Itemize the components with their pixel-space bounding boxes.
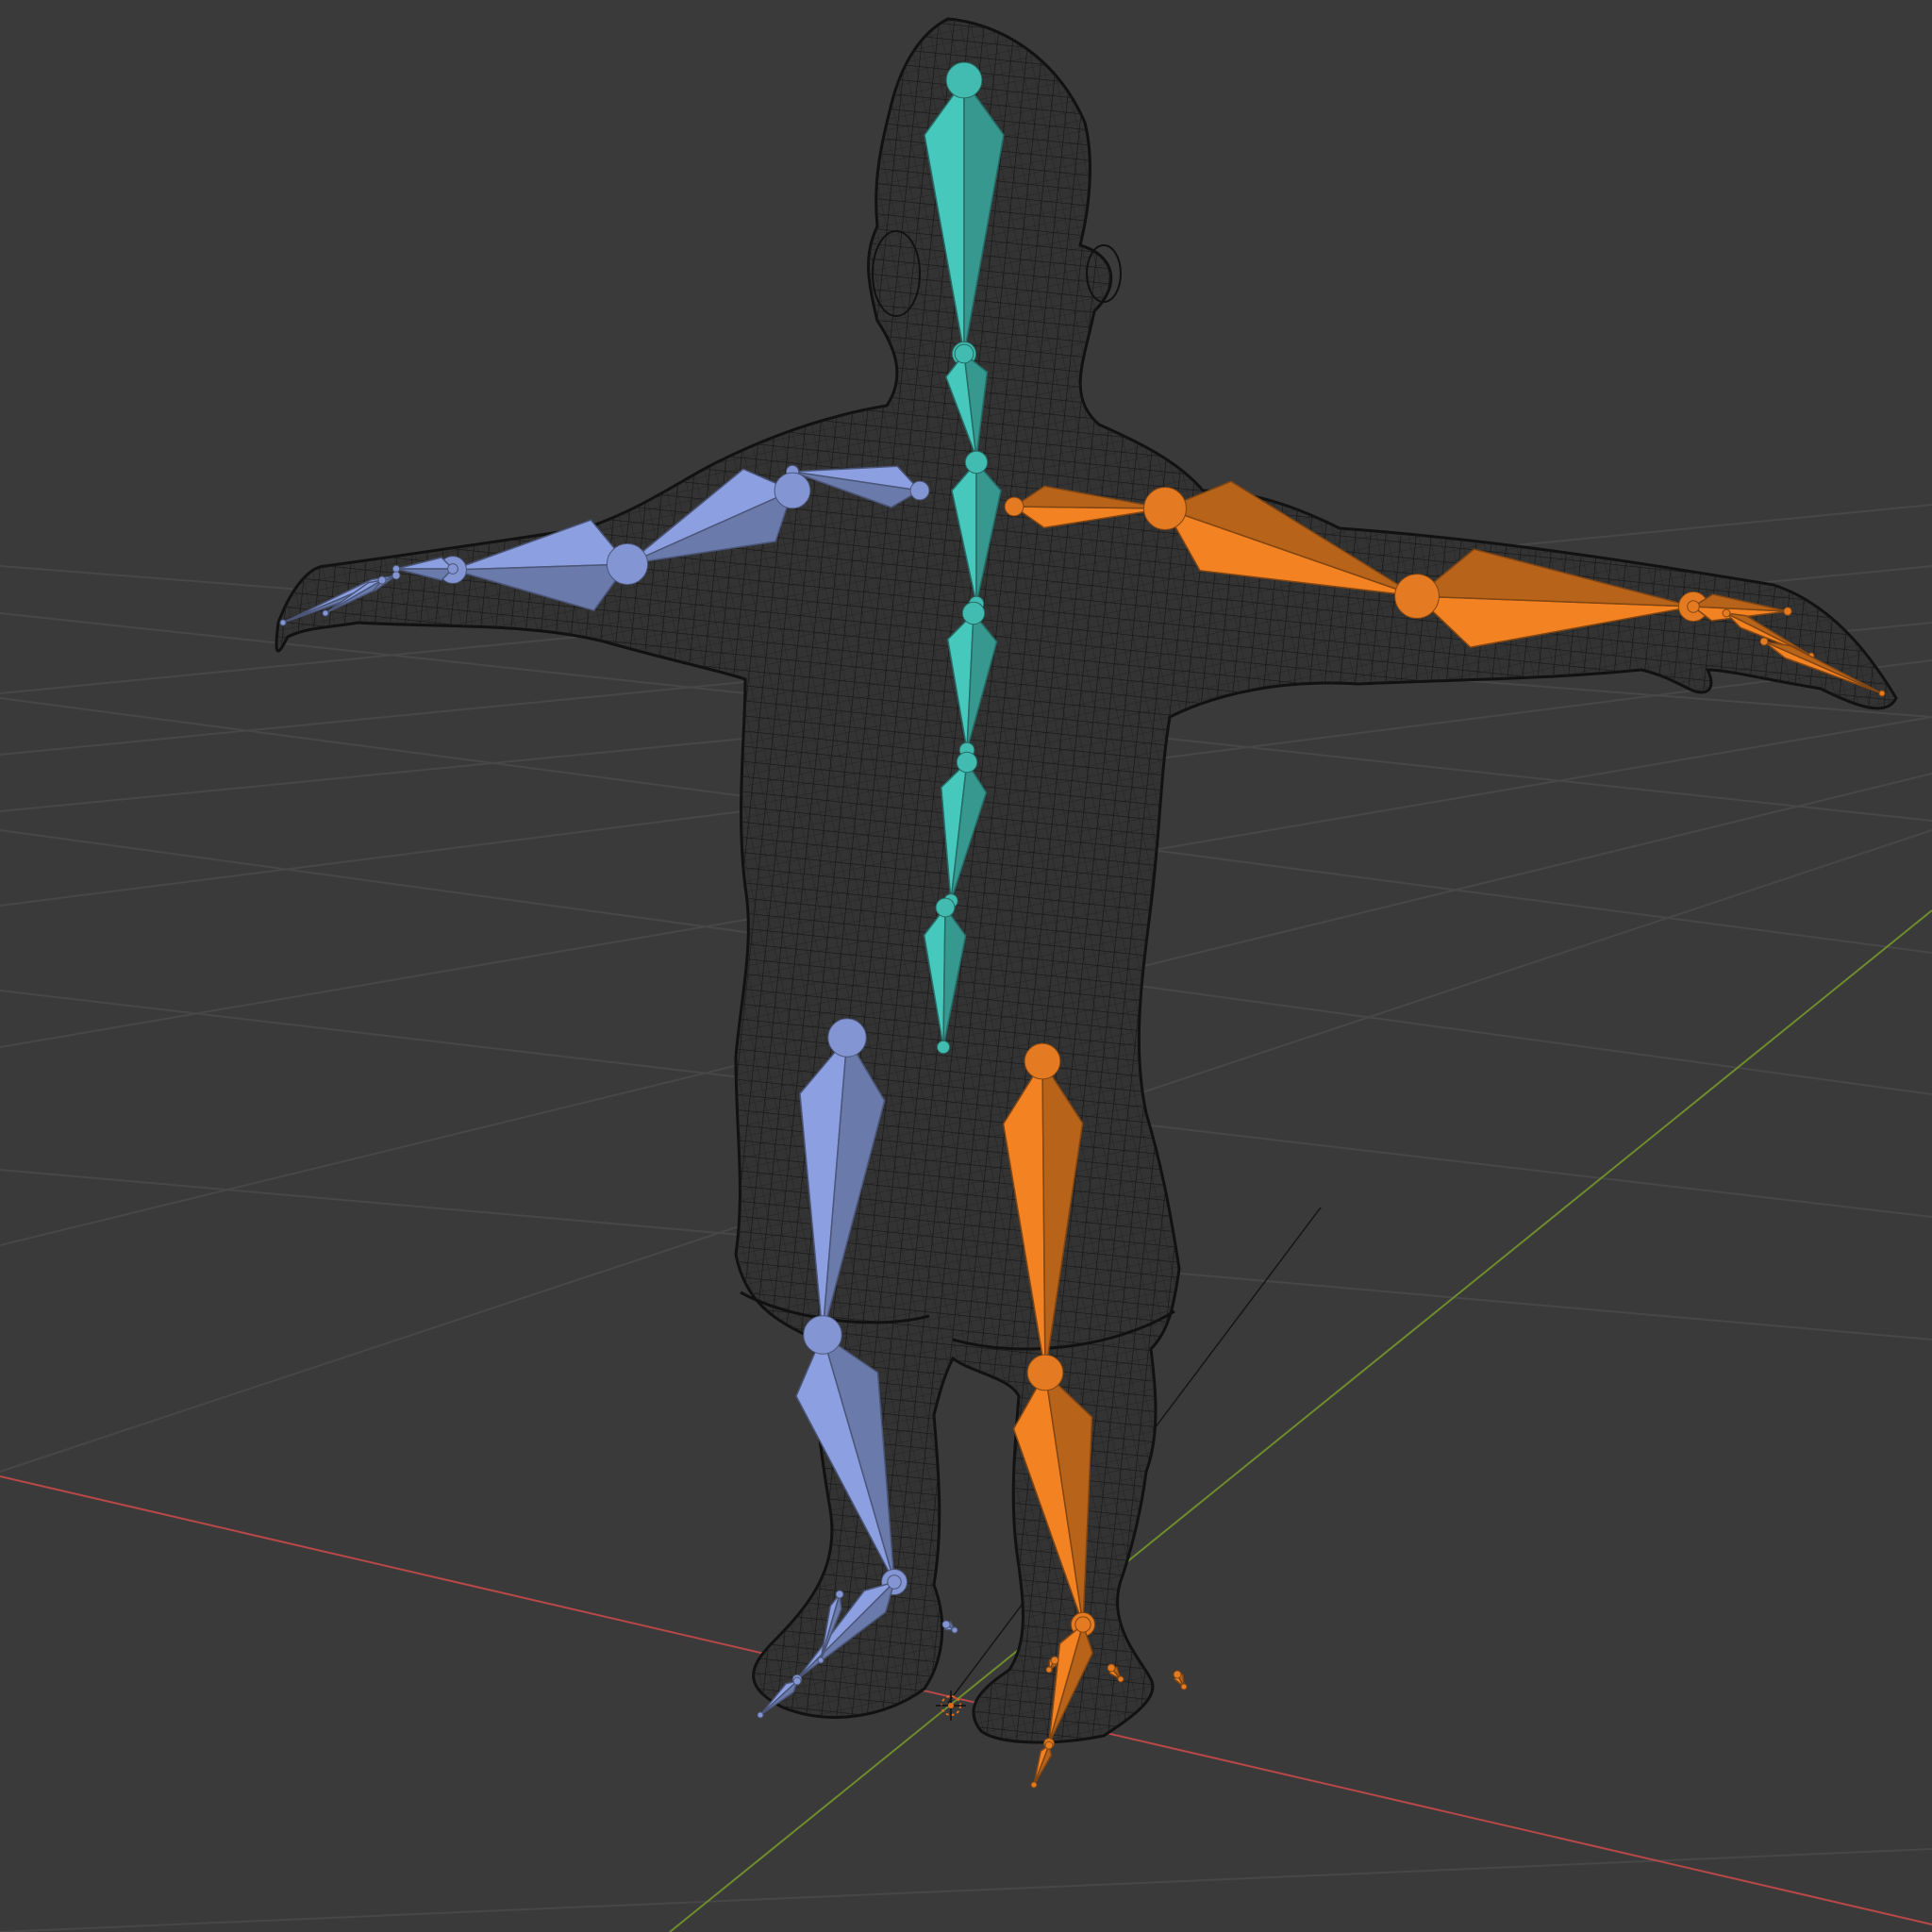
right-bone-toe[interactable] — [1030, 1740, 1054, 1789]
3d-viewport[interactable] — [0, 0, 1932, 1932]
left-bone-heel-tip[interactable] — [941, 1620, 958, 1634]
x-axis-line — [0, 1475, 1932, 1925]
right-bone-heel-3[interactable] — [1173, 1670, 1188, 1690]
